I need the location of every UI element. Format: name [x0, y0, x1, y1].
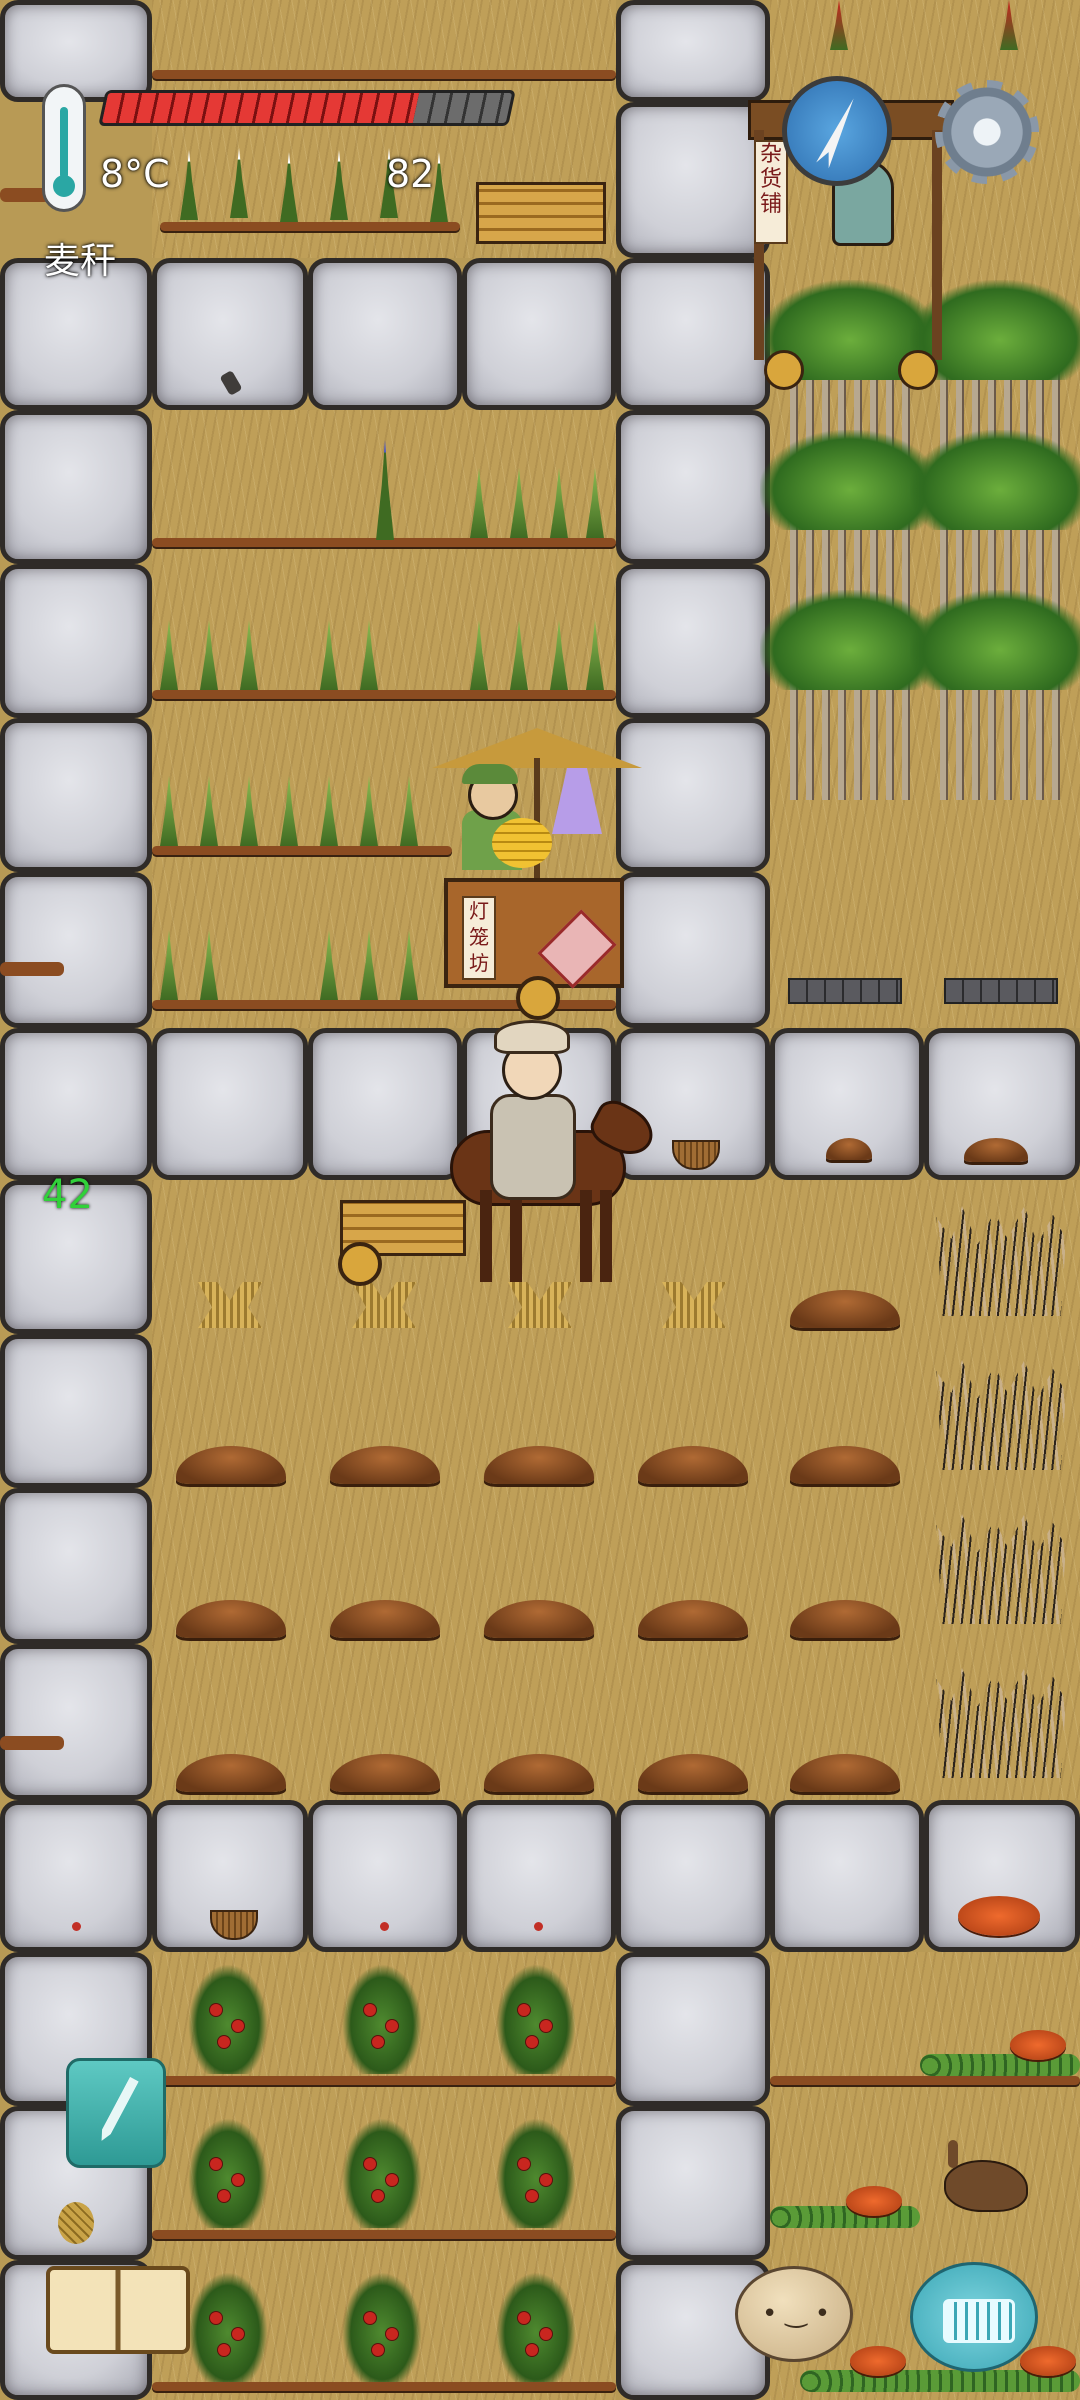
brick-stack[interactable] — [944, 978, 1058, 1004]
health-bar-fill — [101, 93, 420, 123]
pumpkin[interactable] — [1020, 2346, 1076, 2376]
sugarcane-plant[interactable] — [910, 590, 1080, 800]
stone-tile — [770, 1800, 924, 1952]
stone-tile — [616, 564, 770, 718]
hud: 8°C 82 麦秆 — [0, 0, 1080, 282]
pumpkin-pile[interactable] — [958, 1896, 1040, 1936]
stone-tile — [0, 718, 152, 872]
keyboard-icon[interactable] — [910, 2262, 1038, 2372]
furrow — [770, 2076, 1080, 2085]
brick-stack[interactable] — [788, 978, 902, 1004]
sugarcane-plant[interactable] — [760, 590, 940, 800]
temperature-label: 8°C — [100, 152, 170, 196]
stone-tile — [308, 258, 462, 410]
furrow — [152, 2076, 616, 2085]
lantern-cart-sign: 灯笼坊 — [462, 896, 496, 980]
stone-tile — [0, 872, 152, 1028]
stall-wheel — [898, 350, 938, 390]
stone-tile — [616, 258, 770, 410]
stall-wheel — [764, 350, 804, 390]
stone-tile — [616, 1952, 770, 2106]
tomato-plant[interactable] — [496, 2272, 576, 2382]
compass-icon[interactable] — [782, 76, 892, 186]
tomato-plant[interactable] — [188, 1964, 268, 2074]
player-body — [490, 1094, 576, 1200]
thermometer-icon — [42, 84, 86, 212]
hp-value-label: 82 — [386, 152, 435, 196]
pumpkin-vine[interactable] — [770, 2206, 920, 2228]
fence-post — [0, 1736, 64, 1750]
held-item-label: 麦秆 — [44, 241, 117, 282]
stone-tile — [616, 2106, 770, 2260]
health-bar — [98, 90, 516, 126]
pumpkin[interactable] — [850, 2346, 906, 2376]
face-icon[interactable] — [735, 2266, 853, 2362]
player-hat — [494, 1020, 570, 1054]
tomato-plant[interactable] — [342, 2118, 422, 2228]
tomato-plant[interactable] — [342, 1964, 422, 2074]
furrow — [152, 2230, 616, 2239]
stone-tile — [0, 1488, 152, 1644]
stone-tile — [0, 1644, 152, 1800]
ping-counter: 42 — [42, 1172, 93, 1218]
lantern-cart[interactable]: 灯笼坊 — [432, 728, 642, 1020]
gear-icon[interactable] — [935, 80, 1039, 184]
tomato-plant[interactable] — [342, 2272, 422, 2382]
stone-tile — [0, 1334, 152, 1488]
player-on-horse[interactable] — [330, 1010, 662, 1290]
health-bar-empty — [412, 93, 513, 123]
stone-tile — [0, 410, 152, 564]
tomato-plant[interactable] — [188, 2272, 268, 2382]
horse-leg — [480, 1190, 492, 1282]
pen-icon[interactable] — [66, 2058, 166, 2168]
horse-cart-wheel — [338, 1242, 382, 1286]
game-world[interactable]: 杂货铺 灯笼坊 — [0, 0, 1080, 2400]
book-icon[interactable] — [46, 2266, 190, 2354]
furrow — [152, 690, 616, 699]
hanging-dress — [552, 768, 602, 834]
tomato-plant[interactable] — [496, 2118, 576, 2228]
stone-tile — [152, 1028, 308, 1180]
stone-tile — [0, 1028, 152, 1180]
pinecone-item[interactable] — [58, 2202, 94, 2244]
tomato-plant[interactable] — [188, 2118, 268, 2228]
pumpkin[interactable] — [1010, 2030, 1066, 2060]
red-berry[interactable] — [72, 1922, 81, 1931]
stone-tile — [462, 258, 616, 410]
lantern-vendor-hat — [462, 764, 518, 784]
pumpkin-vine[interactable] — [920, 2054, 1080, 2076]
horse-leg — [600, 1190, 612, 1282]
stone-tile — [0, 564, 152, 718]
stone-tile — [616, 1800, 770, 1952]
fence-post — [0, 962, 64, 976]
red-berry[interactable] — [534, 1922, 543, 1931]
horse-leg — [510, 1190, 522, 1282]
furrow — [152, 2382, 616, 2391]
lantern-ball — [492, 818, 552, 868]
pumpkin[interactable] — [846, 2186, 902, 2216]
furrow — [152, 846, 452, 855]
tomato-plant[interactable] — [496, 1964, 576, 2074]
horse-leg — [580, 1190, 592, 1282]
stone-tile — [616, 410, 770, 564]
red-berry[interactable] — [380, 1922, 389, 1931]
